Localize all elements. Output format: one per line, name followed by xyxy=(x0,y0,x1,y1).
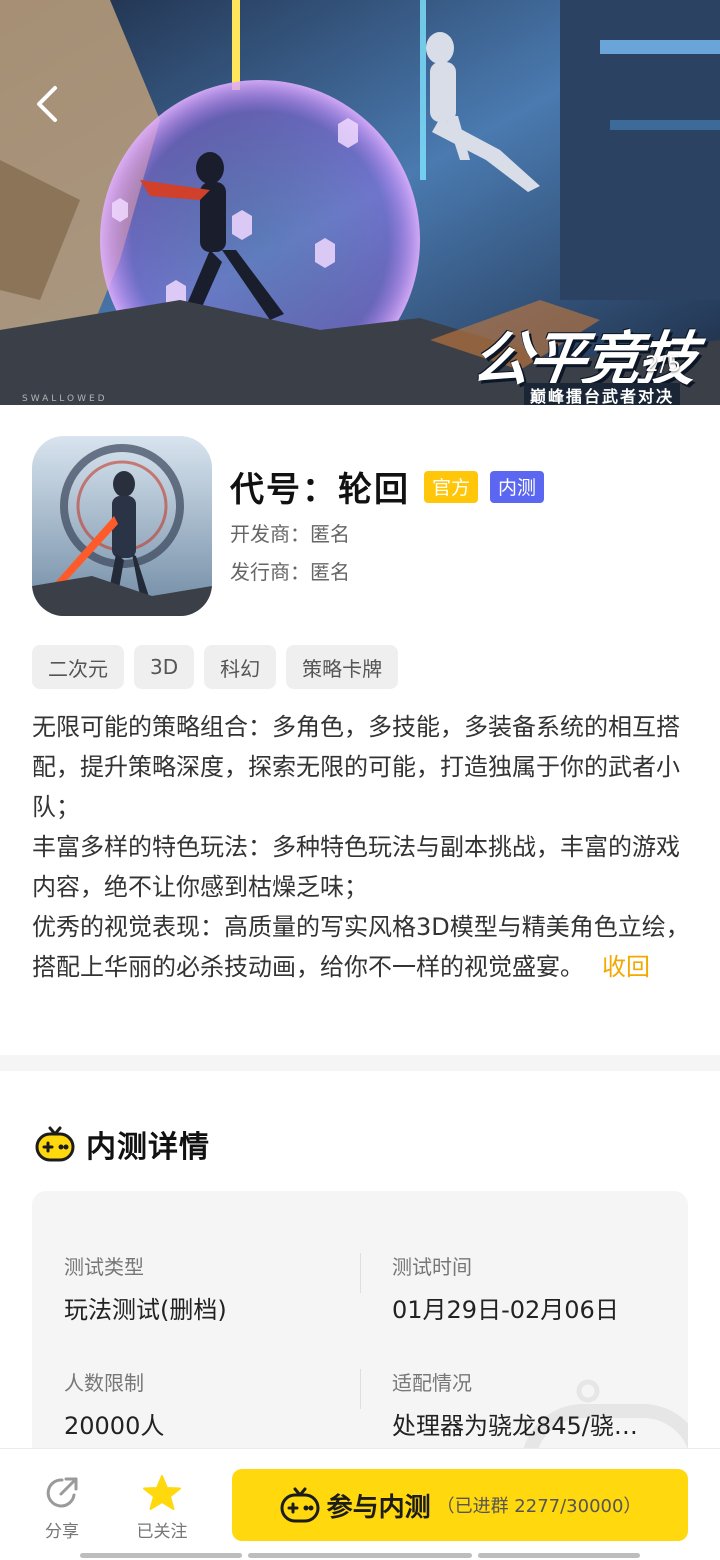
official-badge: 官方 xyxy=(424,470,479,503)
genre-tag[interactable]: 二次元 xyxy=(32,645,124,689)
chevron-left-icon xyxy=(37,86,57,122)
star-icon xyxy=(143,1475,181,1510)
player-limit-label: 人数限制 xyxy=(64,1371,144,1395)
game-description: 无限可能的策略组合：多角色，多技能，多装备系统的相互搭配，提升策略深度，探索无限… xyxy=(32,707,692,987)
join-beta-button[interactable]: 参与内测 （已进群 2277/30000） xyxy=(232,1469,688,1541)
description-paragraph: 丰富多样的特色玩法：多种特色玩法与副本挑战，丰富的游戏内容，绝不让你感到枯燥乏味… xyxy=(32,833,680,901)
game-title: 代号：轮回 xyxy=(230,470,410,510)
player-limit-value: 20000人 xyxy=(64,1412,165,1440)
banner-subheadline: 巅峰擂台武者对决 xyxy=(523,383,680,405)
genre-tag[interactable]: 科幻 xyxy=(204,645,277,689)
game-icon-art xyxy=(32,436,212,616)
column-separator xyxy=(360,1253,361,1293)
gamepad-icon xyxy=(35,1126,75,1162)
publisher-value: 匿名 xyxy=(310,560,350,584)
description-text: 优秀的视觉表现：高质量的写实风格3D模型与精美角色立绘，搭配上华丽的必杀技动画，… xyxy=(32,913,690,981)
game-icon xyxy=(32,436,212,616)
collapse-link[interactable]: 收回 xyxy=(602,953,650,981)
game-title-row: 代号：轮回 官方 内测 xyxy=(230,462,545,511)
section-header: 内测详情 xyxy=(34,1122,210,1166)
developer-label: 开发商 xyxy=(230,522,310,546)
share-icon xyxy=(46,1477,78,1508)
screenshot-banner[interactable]: 公平竞技 巅峰擂台武者对决 SWALLOWED 2/5 xyxy=(0,0,720,405)
test-time-value: 01月29日-02月06日 xyxy=(392,1296,619,1324)
description-paragraph: 优秀的视觉表现：高质量的写实风格3D模型与精美角色立绘，搭配上华丽的必杀技动画，… xyxy=(32,907,692,987)
group-count-text: （已进群 2277/30000） xyxy=(436,1496,642,1517)
test-time-label: 测试时间 xyxy=(392,1255,472,1279)
follow-label: 已关注 xyxy=(136,1522,188,1542)
test-type-value: 玩法测试(删档) xyxy=(64,1296,227,1324)
test-type-cell: 测试类型 玩法测试(删档) xyxy=(64,1251,344,1325)
section-title: 内测详情 xyxy=(86,1130,210,1165)
column-separator xyxy=(360,1369,361,1409)
genre-tag[interactable]: 策略卡牌 xyxy=(286,645,399,689)
bottom-action-bar: 分享 已关注 参与内测 （已进群 2277/30000） xyxy=(0,1448,720,1560)
banner-watermark: SWALLOWED xyxy=(22,394,108,404)
publisher-row: 发行商匿名 xyxy=(230,556,350,585)
compatibility-cell[interactable]: 适配情况 处理器为骁龙845/骁… xyxy=(392,1367,667,1441)
compatibility-value: 处理器为骁龙845/骁… xyxy=(392,1412,638,1440)
developer-value: 匿名 xyxy=(310,522,350,546)
test-time-cell: 测试时间 01月29日-02月06日 xyxy=(392,1251,667,1325)
compatibility-label: 适配情况 xyxy=(392,1371,472,1395)
publisher-label: 发行商 xyxy=(230,560,310,584)
test-type-label: 测试类型 xyxy=(64,1255,144,1279)
developer-row: 开发商匿名 xyxy=(230,518,350,547)
join-beta-label: 参与内测 xyxy=(326,1492,431,1523)
beta-badge: 内测 xyxy=(490,470,545,503)
description-paragraph: 无限可能的策略组合：多角色，多技能，多装备系统的相互搭配，提升策略深度，探索无限… xyxy=(32,713,680,821)
back-button[interactable] xyxy=(22,78,74,130)
share-button[interactable]: 分享 xyxy=(22,1475,102,1542)
follow-button[interactable]: 已关注 xyxy=(122,1475,202,1542)
test-details-card: 测试类型 玩法测试(删档) 测试时间 01月29日-02月06日 人数限制 20… xyxy=(32,1191,688,1491)
genre-tag-list: 二次元 3D 科幻 策略卡牌 xyxy=(32,645,399,689)
gamepad-icon xyxy=(280,1487,320,1523)
banner-page-counter: 2/5 xyxy=(645,352,682,376)
home-indicator-segment xyxy=(478,1553,640,1558)
home-indicator-segment xyxy=(80,1553,242,1558)
section-divider xyxy=(0,1055,720,1071)
player-limit-cell: 人数限制 20000人 xyxy=(64,1367,344,1441)
genre-tag[interactable]: 3D xyxy=(134,645,195,689)
home-indicator-segment xyxy=(248,1553,472,1558)
share-label: 分享 xyxy=(45,1522,79,1542)
